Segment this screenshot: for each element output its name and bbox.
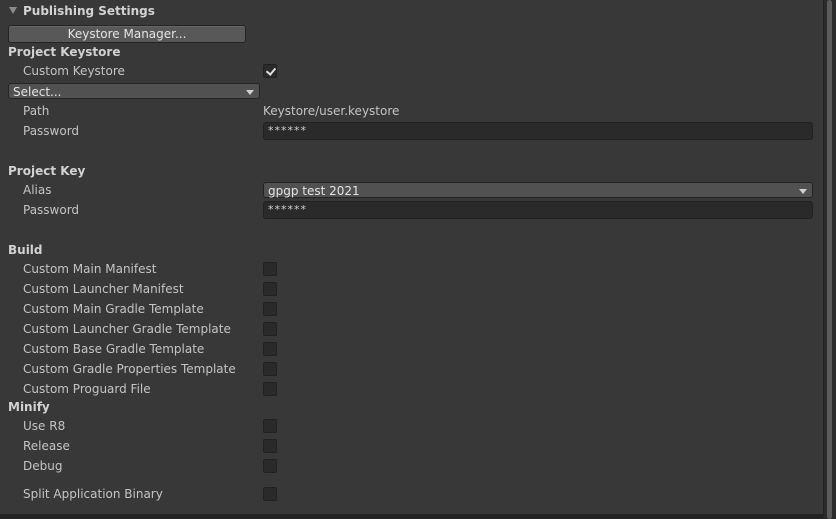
foldout-title: Publishing Settings (23, 4, 155, 18)
publishing-settings-panel: Publishing Settings Keystore Manager... … (0, 0, 822, 514)
use-r8-checkbox[interactable] (263, 419, 277, 433)
build-item-label: Custom Launcher Gradle Template (23, 322, 231, 336)
keystore-password-label: Password (23, 124, 80, 138)
key-password-label: Password (23, 203, 80, 217)
minify-header: Minify (8, 400, 50, 414)
foldout-arrow-icon[interactable] (9, 7, 17, 14)
minify-item-label: Use R8 (23, 419, 66, 433)
keystore-select-dropdown[interactable]: Select... (8, 83, 260, 99)
vertical-scrollbar[interactable] (823, 0, 836, 519)
custom-gradle-properties-template-checkbox[interactable] (263, 362, 277, 376)
minify-debug-checkbox[interactable] (263, 459, 277, 473)
split-binary-label: Split Application Binary (23, 487, 163, 501)
build-item-label: Custom Launcher Manifest (23, 282, 184, 296)
minify-release-checkbox[interactable] (263, 439, 277, 453)
custom-proguard-file-checkbox[interactable] (263, 382, 277, 396)
path-value: Keystore/user.keystore (263, 104, 400, 118)
checkmark-icon (265, 65, 277, 76)
panel-bottom-border (0, 514, 824, 519)
alias-label: Alias (23, 183, 52, 197)
keystore-select-value: Select... (13, 85, 62, 99)
build-item-label: Custom Base Gradle Template (23, 342, 205, 356)
build-item-label: Custom Gradle Properties Template (23, 362, 236, 376)
custom-main-manifest-checkbox[interactable] (263, 262, 277, 276)
alias-dropdown[interactable]: gpgp test 2021 (263, 182, 813, 198)
build-item-label: Custom Main Manifest (23, 262, 157, 276)
alias-value: gpgp test 2021 (268, 184, 360, 198)
build-header: Build (8, 243, 43, 257)
chevron-down-icon (246, 90, 254, 95)
chevron-down-icon (799, 189, 807, 194)
custom-keystore-label: Custom Keystore (23, 64, 125, 78)
build-item-label: Custom Proguard File (23, 382, 151, 396)
minify-item-label: Debug (23, 459, 63, 473)
key-password-field[interactable]: ****** (263, 201, 813, 219)
keystore-password-field[interactable]: ****** (263, 122, 813, 140)
scrollbar-thumb[interactable] (827, 0, 832, 519)
split-application-binary-checkbox[interactable] (263, 487, 277, 501)
project-keystore-header: Project Keystore (8, 45, 121, 59)
build-item-label: Custom Main Gradle Template (23, 302, 204, 316)
publishing-settings-foldout[interactable]: Publishing Settings (9, 4, 155, 18)
custom-main-gradle-template-checkbox[interactable] (263, 302, 277, 316)
minify-item-label: Release (23, 439, 70, 453)
custom-base-gradle-template-checkbox[interactable] (263, 342, 277, 356)
path-label: Path (23, 104, 50, 118)
custom-launcher-gradle-template-checkbox[interactable] (263, 322, 277, 336)
project-key-header: Project Key (8, 164, 86, 178)
keystore-manager-button[interactable]: Keystore Manager... (8, 25, 246, 43)
custom-launcher-manifest-checkbox[interactable] (263, 282, 277, 296)
custom-keystore-checkbox[interactable] (263, 64, 277, 78)
